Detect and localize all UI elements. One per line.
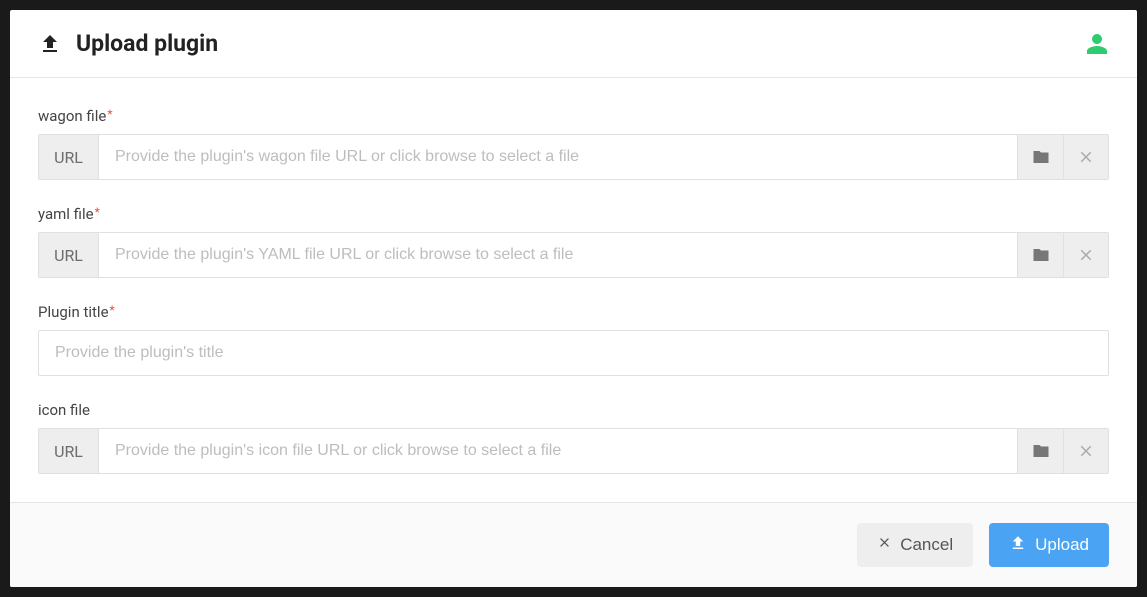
- wagon-file-label: wagon file: [38, 107, 106, 125]
- required-indicator: *: [110, 303, 115, 317]
- icon-file-group: icon file URL: [38, 400, 1109, 474]
- clear-button[interactable]: [1063, 428, 1109, 474]
- required-indicator: *: [107, 107, 112, 121]
- icon-file-label: icon file: [38, 401, 90, 419]
- url-prefix: URL: [38, 134, 98, 180]
- plugin-title-label: Plugin title: [38, 303, 109, 321]
- plugin-title-group: Plugin title*: [38, 302, 1109, 376]
- yaml-file-input[interactable]: [98, 232, 1017, 278]
- close-icon: [877, 535, 892, 555]
- user-icon[interactable]: [1085, 32, 1109, 56]
- title-input-row: [38, 330, 1109, 376]
- modal-title: Upload plugin: [76, 30, 218, 57]
- required-indicator: *: [95, 205, 100, 219]
- browse-button[interactable]: [1017, 134, 1063, 180]
- yaml-input-row: URL: [38, 232, 1109, 278]
- cancel-label: Cancel: [900, 535, 953, 555]
- url-prefix: URL: [38, 428, 98, 474]
- url-prefix: URL: [38, 232, 98, 278]
- browse-button[interactable]: [1017, 232, 1063, 278]
- icon-file-input[interactable]: [98, 428, 1017, 474]
- header-left: Upload plugin: [38, 30, 218, 57]
- upload-label: Upload: [1035, 535, 1089, 555]
- upload-plugin-modal: Upload plugin wagon file* URL: [10, 10, 1137, 587]
- browse-button[interactable]: [1017, 428, 1063, 474]
- upload-icon: [1009, 534, 1027, 557]
- modal-body: wagon file* URL yaml file* URL: [10, 78, 1137, 502]
- plugin-title-input[interactable]: [38, 330, 1109, 376]
- yaml-file-group: yaml file* URL: [38, 204, 1109, 278]
- wagon-file-input[interactable]: [98, 134, 1017, 180]
- modal-footer: Cancel Upload: [10, 502, 1137, 587]
- clear-button[interactable]: [1063, 134, 1109, 180]
- upload-icon: [38, 32, 62, 56]
- icon-input-row: URL: [38, 428, 1109, 474]
- clear-button[interactable]: [1063, 232, 1109, 278]
- wagon-input-row: URL: [38, 134, 1109, 180]
- upload-button[interactable]: Upload: [989, 523, 1109, 567]
- wagon-file-group: wagon file* URL: [38, 106, 1109, 180]
- yaml-file-label: yaml file: [38, 205, 94, 223]
- modal-header: Upload plugin: [10, 10, 1137, 78]
- cancel-button[interactable]: Cancel: [857, 523, 973, 567]
